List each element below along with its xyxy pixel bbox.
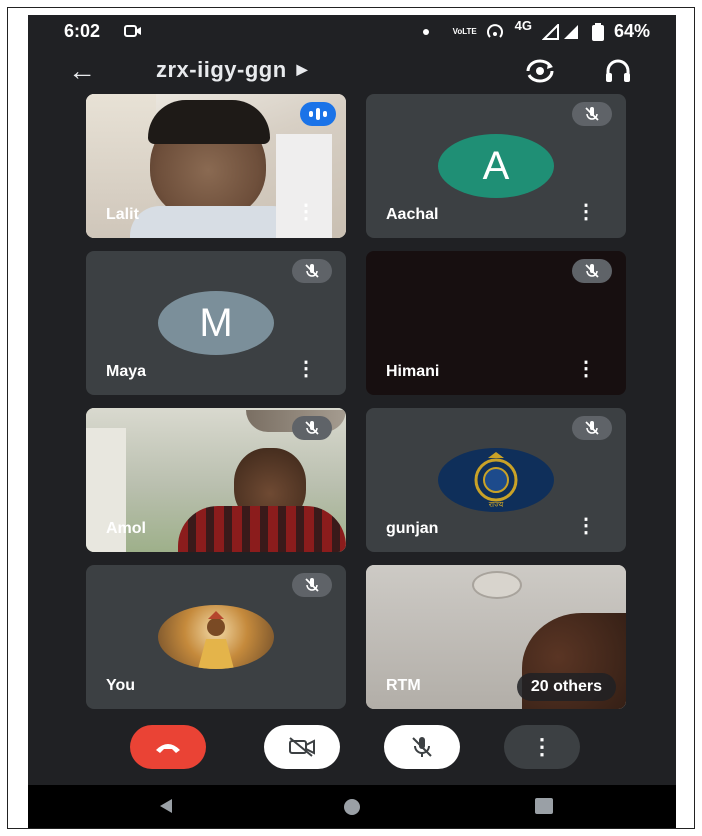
battery-percent: 64%: [613, 21, 650, 41]
camera-off-icon: [289, 737, 315, 757]
more-options-icon: ⋮: [531, 734, 553, 759]
headphones-icon[interactable]: [600, 53, 636, 89]
more-options-icon[interactable]: ⋮: [296, 199, 316, 224]
mic-off-icon: [412, 737, 432, 757]
participant-tile-gunjan[interactable]: राज्य gunjan ⋮: [366, 408, 626, 552]
signal-icon: [541, 23, 578, 40]
phone-screen: 6:02 VoLTE 4G 64% ← zrx-iigy-ggn ▶ Lalit…: [28, 15, 676, 828]
police-emblem-avatar: राज्य: [438, 448, 554, 512]
avatar: A: [438, 134, 554, 198]
participant-tile-you[interactable]: You: [86, 565, 346, 709]
participant-tile-rtm[interactable]: RTM 20 others: [366, 565, 626, 709]
video-feed-hair: [148, 100, 270, 144]
meeting-code[interactable]: zrx-iigy-ggn ▶: [156, 57, 308, 83]
others-count-pill[interactable]: 20 others: [516, 673, 616, 701]
switch-camera-icon[interactable]: [522, 53, 558, 89]
network-type: 4G: [514, 18, 532, 33]
more-options-icon[interactable]: ⋮: [296, 356, 316, 381]
meeting-top-bar: ← zrx-iigy-ggn ▶: [28, 51, 676, 93]
end-call-icon: [156, 744, 180, 753]
call-controls: ⋮: [28, 725, 676, 775]
meeting-code-text: zrx-iigy-ggn: [156, 57, 287, 82]
participant-name: Lalit: [106, 206, 139, 223]
participant-name: RTM: [386, 677, 421, 694]
avatar-letter: M: [199, 300, 233, 345]
mic-off-icon: [292, 259, 332, 283]
mic-toggle-button[interactable]: [384, 725, 460, 769]
camera-toggle-button[interactable]: [264, 725, 340, 769]
participant-tile-lalit[interactable]: Lalit ⋮: [86, 94, 346, 238]
hotspot-icon: [486, 23, 503, 38]
participant-name: Maya: [106, 363, 147, 380]
android-nav-bar: [28, 785, 676, 828]
speaking-indicator-icon: [300, 102, 336, 126]
mic-off-icon: [292, 573, 332, 597]
participant-tile-aachal[interactable]: A Aachal ⋮: [366, 94, 626, 238]
status-indicators: VoLTE 4G 64%: [422, 18, 650, 42]
more-options-icon[interactable]: ⋮: [576, 513, 596, 538]
back-arrow-icon[interactable]: ←: [68, 55, 96, 87]
video-feed-shirt: [178, 506, 346, 552]
participant-name: You: [106, 677, 136, 694]
volte-icon: VoLTE: [452, 26, 477, 36]
notification-dot-icon: [422, 28, 429, 35]
status-time: 6:02: [64, 21, 101, 41]
profile-photo-avatar: [158, 605, 274, 669]
others-count-label: 20 others: [530, 678, 602, 695]
mic-off-icon: [572, 102, 612, 126]
participant-name: gunjan: [386, 520, 439, 537]
meeting-info-arrow-icon: ▶: [296, 61, 308, 77]
nav-recents-icon[interactable]: [534, 797, 554, 815]
participant-tile-maya[interactable]: M Maya ⋮: [86, 251, 346, 395]
more-options-icon[interactable]: ⋮: [576, 356, 596, 381]
battery-icon: [591, 22, 604, 41]
more-options-button[interactable]: ⋮: [504, 725, 580, 769]
participant-tile-amol[interactable]: Amol: [86, 408, 346, 552]
participant-name: Aachal: [386, 206, 439, 223]
mic-off-icon: [572, 416, 612, 440]
mic-off-icon: [292, 416, 332, 440]
participant-name: Himani: [386, 363, 440, 380]
avatar: M: [158, 291, 274, 355]
status-bar: 6:02 VoLTE 4G 64%: [28, 15, 676, 47]
more-options-icon[interactable]: ⋮: [576, 199, 596, 224]
nav-back-icon[interactable]: [156, 797, 174, 815]
portrait-image: [198, 611, 234, 669]
end-call-button[interactable]: [130, 725, 206, 769]
participant-name: Amol: [106, 520, 146, 537]
participant-tile-himani[interactable]: Himani ⋮: [366, 251, 626, 395]
emblem-text: राज्य: [488, 500, 504, 509]
video-feed-light: [472, 571, 522, 599]
avatar-letter: A: [482, 143, 510, 188]
nav-home-icon[interactable]: [342, 797, 362, 817]
video-record-icon: [124, 25, 141, 37]
mic-off-icon: [572, 259, 612, 283]
